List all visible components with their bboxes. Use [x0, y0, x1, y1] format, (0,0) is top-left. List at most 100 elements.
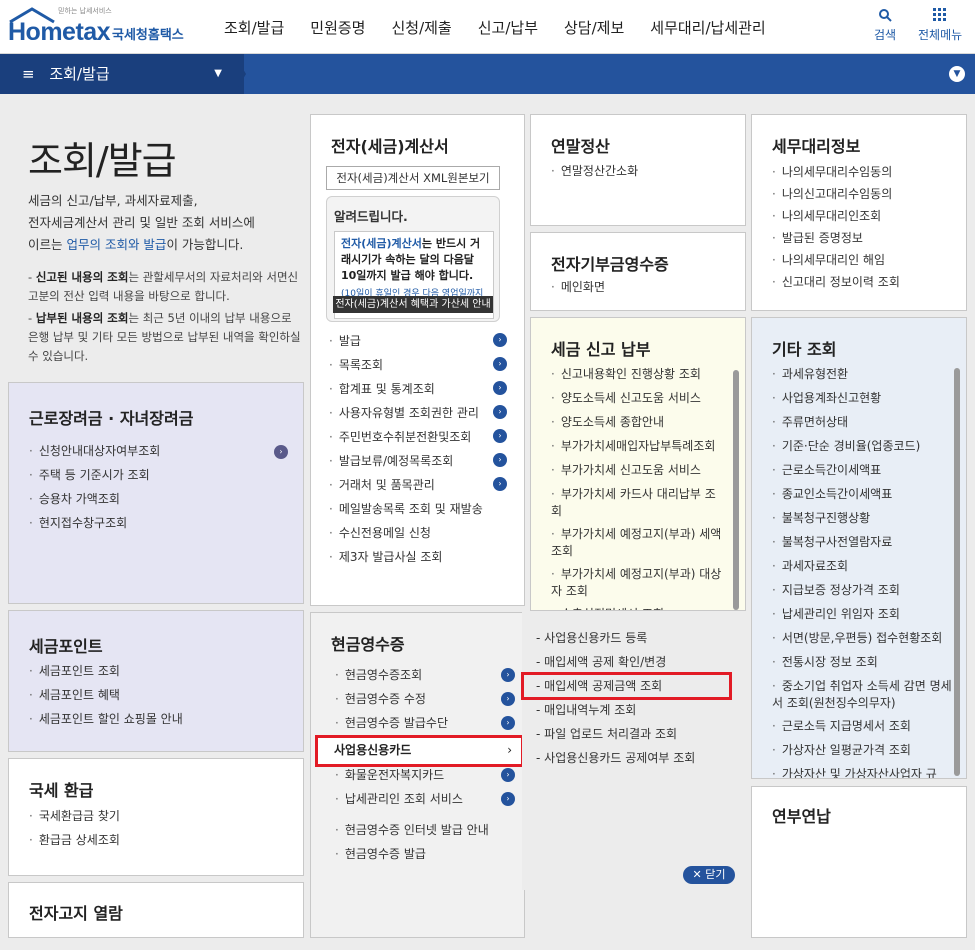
submenu-item[interactable]: 파일 업로드 처리결과 조회	[536, 722, 695, 746]
list-item[interactable]: 근로소득 지급명세서 조회	[772, 714, 954, 738]
list-item[interactable]: 세금포인트 할인 쇼핑몰 안내	[29, 707, 183, 731]
list-item[interactable]: 신고내용확인 진행상황 조회	[551, 362, 726, 386]
list-item[interactable]: 제3자 발급사실 조회	[329, 545, 483, 569]
list-item[interactable]: 합계표 및 통계조회	[329, 377, 483, 401]
installment-box[interactable]: 연부연납	[751, 786, 967, 938]
scrollbar[interactable]	[733, 370, 739, 610]
nav-item[interactable]: 민원증명	[310, 0, 365, 54]
list-item[interactable]: 근로소득간이세액표	[772, 458, 954, 482]
list-item[interactable]: 지급보증 정상가격 조회	[772, 578, 954, 602]
list-item[interactable]: 주택 등 기준시가 조회	[29, 463, 160, 487]
list-item[interactable]: 서면(방문,우편등) 접수현황조회	[772, 626, 954, 650]
list-item[interactable]: 불복청구사전열람자료	[772, 530, 954, 554]
list-item[interactable]: 사업용계좌신고현황	[772, 386, 954, 410]
list-item[interactable]: 나의세무대리인 해임	[772, 249, 900, 271]
list-item[interactable]: 목록조회	[329, 353, 483, 377]
chevron-down-icon[interactable]: ▼	[949, 66, 965, 82]
list-item[interactable]: 기준·단순 경비율(업종코드)	[772, 434, 954, 458]
list-item[interactable]: 세금포인트 혜택	[29, 683, 183, 707]
list-item[interactable]: 나의세무대리인조회	[772, 205, 900, 227]
list-item[interactable]: 사용자유형별 조회권한 관리	[329, 401, 483, 425]
list-item[interactable]: 메인화면	[551, 275, 605, 299]
list-item[interactable]: 환급금 상세조회	[29, 828, 120, 852]
list-item[interactable]: 양도소득세 신고도움 서비스	[551, 386, 726, 410]
list-item[interactable]: 종교인소득간이세액표	[772, 482, 954, 506]
list-item[interactable]: 부가가치세 예정고지(부과) 세액조회	[551, 522, 726, 562]
arrow-right-icon[interactable]: ›	[493, 405, 507, 419]
list-item[interactable]: 신청안내대상자여부조회	[29, 439, 160, 463]
arrow-right-icon[interactable]: ›	[493, 429, 507, 443]
nav-item[interactable]: 상담/제보	[564, 0, 624, 54]
list-item[interactable]: 수출실적명세서 조회	[551, 602, 726, 610]
list-item[interactable]: 현금영수증 발급	[335, 842, 489, 866]
list-item[interactable]: 발급보류/예정목록조회	[329, 449, 483, 473]
submenu-item[interactable]: 매입세액 공제 확인/변경	[536, 650, 695, 674]
list-item[interactable]: 양도소득세 종합안내	[551, 410, 726, 434]
arrow-right-icon[interactable]: ›	[501, 768, 515, 782]
list-item[interactable]: 부가가치세 카드사 대리납부 조회	[551, 482, 726, 522]
list-item[interactable]: 승용차 가액조회	[29, 487, 160, 511]
arrow-right-icon[interactable]: ›	[501, 692, 515, 706]
list-item[interactable]: 주민번호수취분전환및조회	[329, 425, 483, 449]
close-button[interactable]: ✕ 닫기	[683, 866, 735, 884]
donation-box: 전자기부금영수증 메인화면	[530, 232, 746, 311]
arrow-right-icon[interactable]: ›	[274, 445, 288, 459]
search-button[interactable]: 검색	[874, 8, 896, 43]
list-item[interactable]: 거래처 및 품목관리	[329, 473, 483, 497]
list-item[interactable]: 불복청구진행상황	[772, 506, 954, 530]
list-item[interactable]: 세금포인트 조회	[29, 659, 183, 683]
etax-benefit-link[interactable]: 전자(세금)계산서 혜택과 가산세 안내	[333, 296, 493, 313]
list-item[interactable]: 현금영수증조회	[335, 663, 448, 687]
list-item[interactable]: 가상자산 및 가상자산사업자 규	[772, 762, 954, 778]
list-item[interactable]: 과세자료조회	[772, 554, 954, 578]
list-item[interactable]: 납세관리인 위임자 조회	[772, 602, 954, 626]
list-item[interactable]: 부가가치세매입자납부특례조회	[551, 434, 726, 458]
list-item[interactable]: 발급	[329, 329, 483, 353]
arrow-right-icon[interactable]: ›	[493, 357, 507, 371]
list-item[interactable]: 전통시장 정보 조회	[772, 650, 954, 674]
list-item[interactable]: 현금영수증 수정	[335, 687, 448, 711]
list-item[interactable]: 메일발송목록 조회 및 재발송	[329, 497, 483, 521]
list-item[interactable]: 수신전용메일 신청	[329, 521, 483, 545]
list-item[interactable]: 연말정산간소화	[551, 159, 638, 183]
hometax-logo[interactable]: 믿하는 납세서비스 Hometax 국세청홈택스	[8, 6, 193, 48]
arrow-right-icon[interactable]: ›	[501, 716, 515, 730]
list-item[interactable]: 나의세무대리수임동의	[772, 161, 900, 183]
list-item[interactable]: 국세환급금 찾기	[29, 804, 120, 828]
list-item[interactable]: 납세관리인 조회 서비스	[335, 787, 463, 811]
e-notice-box[interactable]: 전자고지 열람	[8, 882, 304, 938]
nav-item[interactable]: 세무대리/납세관리	[650, 0, 765, 54]
desc-line: 세금의 신고/납부, 과세자료제출,	[28, 193, 198, 208]
list-item[interactable]: 주류면허상태	[772, 410, 954, 434]
list-item[interactable]: 과세유형전환	[772, 362, 954, 386]
list-item[interactable]: 신고대리 정보이력 조회	[772, 271, 900, 293]
arrow-right-icon[interactable]: ›	[493, 453, 507, 467]
list-item[interactable]: 현금영수증 발급수단	[335, 711, 448, 735]
nav-item[interactable]: 신청/제출	[391, 0, 451, 54]
list-item[interactable]: 현금영수증 인터넷 발급 안내	[335, 818, 489, 842]
list-item[interactable]: 발급된 증명정보	[772, 227, 900, 249]
arrow-right-icon[interactable]: ›	[501, 792, 515, 806]
all-menu-button[interactable]: 전체메뉴	[918, 8, 962, 43]
tax-points-list: 세금포인트 조회 세금포인트 혜택 세금포인트 할인 쇼핑몰 안내	[29, 659, 183, 731]
arrow-right-icon[interactable]: ›	[493, 477, 507, 491]
arrow-right-icon[interactable]: ›	[493, 381, 507, 395]
tax-points-title: 세금포인트	[29, 637, 103, 656]
note-bold: 신고된 내용의 조회	[35, 270, 129, 284]
list-item[interactable]: 중소기업 취업자 소득세 감면 명세서 조회(원천징수의무자)	[772, 674, 954, 714]
xml-view-button[interactable]: 전자(세금)계산서 XML원본보기	[326, 166, 500, 190]
submenu-item[interactable]: 사업용신용카드 공제여부 조회	[536, 746, 695, 770]
scrollbar[interactable]	[954, 368, 960, 776]
list-item[interactable]: 가상자산 일평균가격 조회	[772, 738, 954, 762]
arrow-right-icon[interactable]: ›	[493, 333, 507, 347]
submenu-item[interactable]: 매입내역누계 조회	[536, 698, 695, 722]
submenu-item[interactable]: 사업용신용카드 등록	[536, 626, 695, 650]
nav-item[interactable]: 조회/발급	[224, 0, 284, 54]
list-item[interactable]: 부가가치세 예정고지(부과) 대상자 조회	[551, 562, 726, 602]
list-item[interactable]: 나의신고대리수임동의	[772, 183, 900, 205]
nav-item[interactable]: 신고/납부	[478, 0, 538, 54]
arrow-right-icon[interactable]: ›	[501, 668, 515, 682]
list-item[interactable]: 부가가치세 신고도움 서비스	[551, 458, 726, 482]
location-select[interactable]: ≡ 조회/발급 ▼	[0, 54, 244, 94]
list-item[interactable]: 현지접수창구조회	[29, 511, 160, 535]
